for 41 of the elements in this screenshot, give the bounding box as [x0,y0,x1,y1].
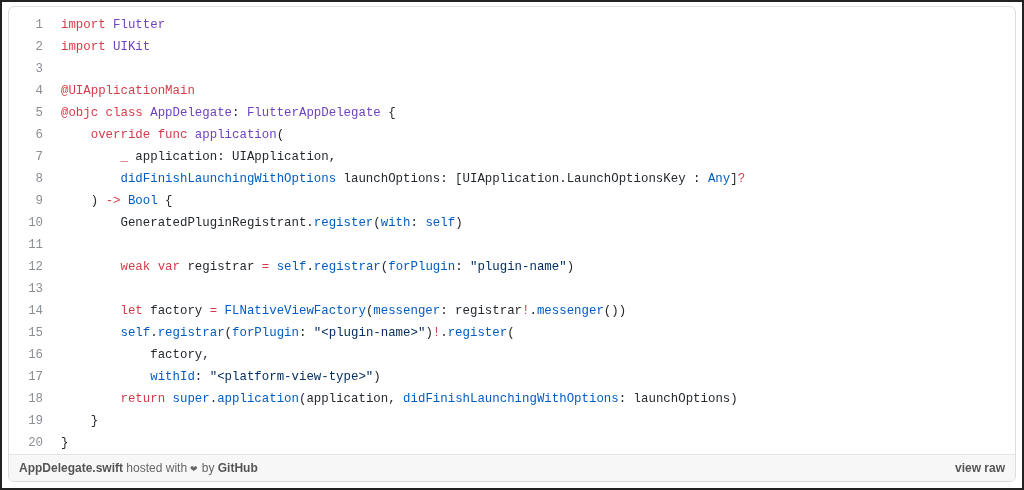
code-line: } [61,434,69,452]
code-line: _ application: UIApplication, [119,148,337,166]
line-number: 19 [27,412,43,430]
line-number: 12 [27,258,43,276]
code-line: GeneratedPluginRegistrant.register(with: self) [119,214,463,232]
file-link[interactable]: AppDelegate.swift [19,461,123,475]
line-number: 4 [34,82,43,100]
line-number: 6 [34,126,43,144]
line-number: 1 [34,16,43,34]
gist-credit: AppDelegate.swift hosted with ❤ by GitHub [19,460,258,477]
line-number: 13 [27,280,43,298]
line-number: 5 [34,104,43,122]
view-raw-link[interactable]: view raw [954,459,1005,477]
code-line: override func application( [89,126,285,144]
code-line: @UIApplicationMain [61,82,195,100]
line-number: 17 [27,368,43,386]
code-line: factory, [149,346,210,364]
code-line: withId: "<platform-view-type>") [149,368,381,386]
code-line: let factory = FLNativeViewFactory(messenger: registrar!.messenger()) [119,302,627,320]
line-number: 16 [27,346,43,364]
line-number: 9 [34,192,43,210]
line-number: 3 [34,60,43,78]
code-line: } [89,412,99,430]
line-number: 20 [27,434,43,452]
code-line: weak var registrar = self.registrar(forPlugin: "plugin-name") [119,258,575,276]
line-number: 18 [27,390,43,408]
code-line: @objc class AppDelegate: FlutterAppDelegate { [61,104,396,122]
line-number: 11 [27,236,43,254]
code-line: didFinishLaunchingWithOptions launchOptions: [UIApplication.LaunchOptionsKey : Any]? [119,170,746,188]
line-number: 8 [34,170,43,188]
code-line: ) -> Bool { [89,192,173,210]
code-line: import UIKit [61,38,151,56]
code-line: return super.application(application, didFinishLaunchingWithOptions: launchOptions) [119,390,738,408]
code-line: import Flutter [61,16,166,34]
github-link[interactable]: GitHub [217,461,258,475]
line-number: 10 [27,214,43,232]
code-line: self.registrar(forPlugin: "<plugin-name>")!.register( [119,324,515,342]
line-number: 15 [27,324,43,342]
line-number: 7 [34,148,43,166]
line-number: 2 [34,38,43,56]
line-number: 14 [27,302,43,320]
